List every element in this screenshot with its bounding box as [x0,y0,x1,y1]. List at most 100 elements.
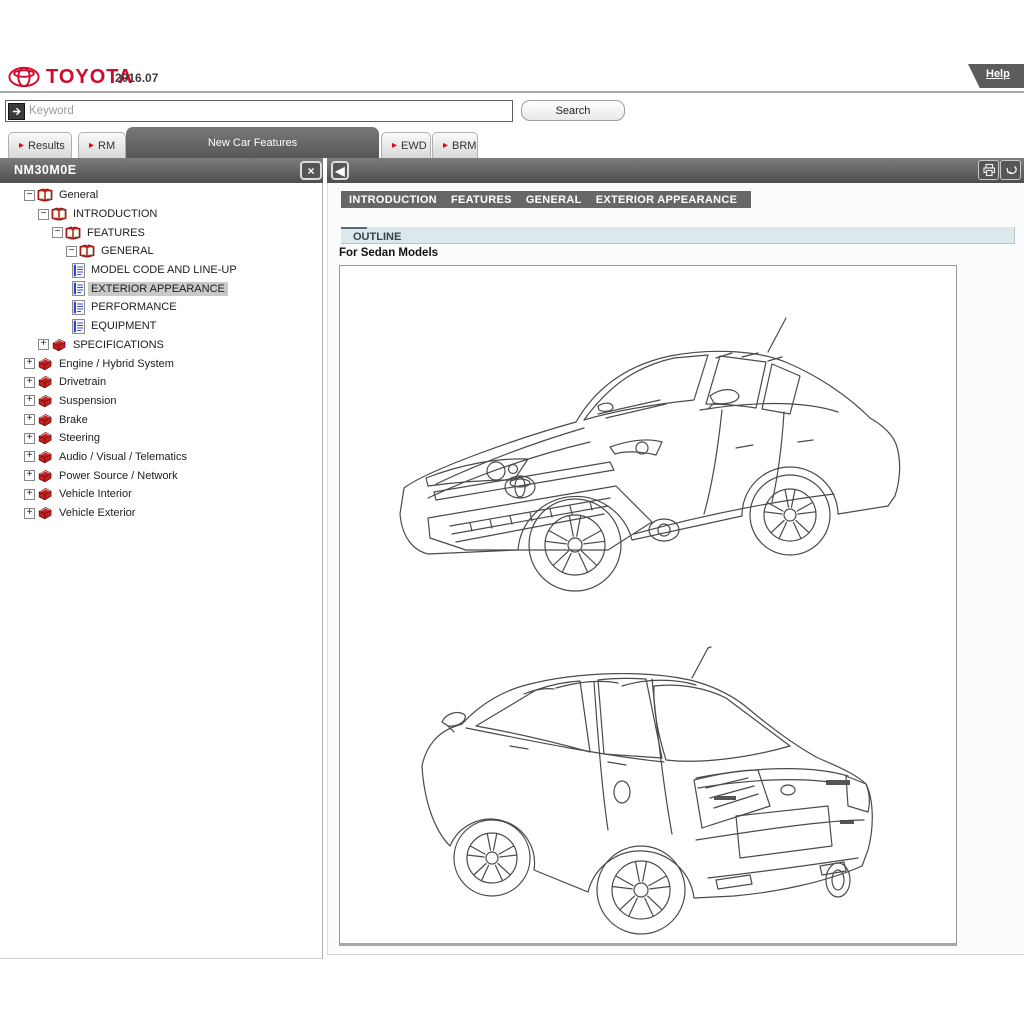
tree-item-suspension[interactable]: + Suspension [0,392,322,411]
book-closed-icon [37,394,53,408]
toyota-emblem-icon [8,66,40,88]
tab-brm[interactable]: ▸BRM [432,132,478,158]
tab-arrow-icon: ▸ [19,141,24,151]
collapse-node-icon[interactable]: − [52,227,63,238]
tab-arrow-icon: ▸ [392,141,397,151]
figure-box [339,265,957,946]
document-icon [72,319,85,334]
tree-item-label: EQUIPMENT [88,319,159,333]
tree-item-general[interactable]: − GENERAL [0,242,322,261]
tree-item-exterior-appearance[interactable]: EXTERIOR APPEARANCE [0,279,322,298]
section-header: OUTLINE [341,227,1015,244]
search-box [5,100,513,122]
tree-item-label: GENERAL [98,244,157,258]
arrow-right-icon[interactable] [8,103,25,120]
keyword-input[interactable] [25,105,512,117]
expand-node-icon[interactable]: + [24,489,35,500]
tree-item-label: Audio / Visual / Telematics [56,450,190,464]
expand-node-icon[interactable]: + [24,433,35,444]
tree-item-general[interactable]: − General [0,186,322,205]
breadcrumb-item: EXTERIOR APPEARANCE [596,194,738,206]
document-title-bar: NM30M0E × [0,158,323,183]
tree-item-label: EXTERIOR APPEARANCE [88,282,228,296]
tree-item-label: Brake [56,413,91,427]
collapse-node-icon[interactable]: − [38,209,49,220]
tree-item-power-source-network[interactable]: + Power Source / Network [0,466,322,485]
tree-item-vehicle-interior[interactable]: + Vehicle Interior [0,485,322,504]
tree-item-introduction[interactable]: −INTRODUCTION [0,205,322,224]
breadcrumb: INTRODUCTION FEATURES GENERAL EXTERIOR APPE… [341,191,751,208]
tree-item-label: Power Source / Network [56,469,181,483]
tree-item-performance[interactable]: PERFORMANCE [0,298,322,317]
book-open-icon [51,207,67,221]
book-closed-icon [37,469,53,483]
close-button[interactable]: × [300,161,322,180]
expand-node-icon[interactable]: + [24,414,35,425]
tree-item-label: SPECIFICATIONS [70,338,167,352]
tree-item-audio-visual-telematics[interactable]: + Audio / Visual / Telematics [0,448,322,467]
book-closed-icon [37,506,53,520]
book-closed-icon [37,413,53,427]
expand-node-icon[interactable]: + [24,451,35,462]
collapse-node-icon[interactable]: − [24,190,35,201]
tree-item-vehicle-exterior[interactable]: + Vehicle Exterior [0,504,322,523]
book-closed-icon [37,487,53,501]
expand-node-icon[interactable]: + [38,339,49,350]
book-closed-icon [37,357,53,371]
sedan-front-view-illustration [370,290,930,620]
header-divider [0,91,1024,93]
expand-node-icon[interactable]: + [24,377,35,388]
tree-item-model-code-and-line-up[interactable]: MODEL CODE AND LINE-UP [0,261,322,280]
sedan-rear-view-illustration [396,628,916,938]
tree-item-label: Vehicle Exterior [56,506,138,520]
content-panel: INTRODUCTION FEATURES GENERAL EXTERIOR APPE… [327,183,1024,955]
document-code: NM30M0E [14,163,77,177]
tab-arrow-icon: ▸ [89,141,94,151]
tree-item-steering[interactable]: + Steering [0,429,322,448]
tree-item-label: Vehicle Interior [56,487,135,501]
expand-node-icon[interactable]: + [24,358,35,369]
search-button[interactable]: Search [521,100,625,121]
tab-results[interactable]: ▸Results [8,132,72,158]
tree-item-engine-hybrid-system[interactable]: + Engine / Hybrid System [0,354,322,373]
document-icon [72,300,85,315]
tree-item-label: FEATURES [84,226,148,240]
breadcrumb-item: INTRODUCTION [349,194,437,206]
version-label: 2016.07 [115,71,158,85]
tree-item-brake[interactable]: + Brake [0,410,322,429]
document-icon [72,263,85,278]
figure-caption: For Sedan Models [339,247,438,259]
tree-item-label: PERFORMANCE [88,300,180,314]
toyota-tis-window: TOYOTA 2016.07 Help Search ▸Results▸RMNe… [0,0,1024,1024]
breadcrumb-item: GENERAL [526,194,582,206]
tree-item-label: Steering [56,431,103,445]
tree-item-features[interactable]: − FEATURES [0,223,322,242]
tree-item-label: MODEL CODE AND LINE-UP [88,263,240,277]
tree-item-label: Suspension [56,394,120,408]
expand-node-icon[interactable]: + [24,508,35,519]
expand-node-icon[interactable]: + [24,470,35,481]
tree-item-label: General [56,188,101,202]
content-toolbar: ◀ [327,158,1024,183]
collapse-node-icon[interactable]: − [66,246,77,257]
expand-node-icon[interactable]: + [24,395,35,406]
book-closed-icon [37,450,53,464]
tab-new-car-features[interactable]: New Car Features [126,127,379,158]
section-title: OUTLINE [353,229,401,245]
tree-item-label: Engine / Hybrid System [56,357,177,371]
printer-icon[interactable] [978,160,999,180]
book-closed-icon [37,375,53,389]
help-button[interactable]: Help [968,64,1024,88]
tree-item-specifications[interactable]: + SPECIFICATIONS [0,336,322,355]
tree-item-equipment[interactable]: EQUIPMENT [0,317,322,336]
breadcrumb-item: FEATURES [451,194,512,206]
tab-ewd[interactable]: ▸EWD [381,132,431,158]
book-open-icon [79,244,95,258]
book-closed-icon [37,431,53,445]
tree-item-drivetrain[interactable]: +Drivetrain [0,373,322,392]
book-closed-icon [51,338,67,352]
collapse-tree-button[interactable]: ◀ [331,161,349,180]
book-open-icon [37,188,53,202]
return-arrow-icon[interactable] [1000,160,1021,180]
tab-rm[interactable]: ▸RM [78,132,126,158]
